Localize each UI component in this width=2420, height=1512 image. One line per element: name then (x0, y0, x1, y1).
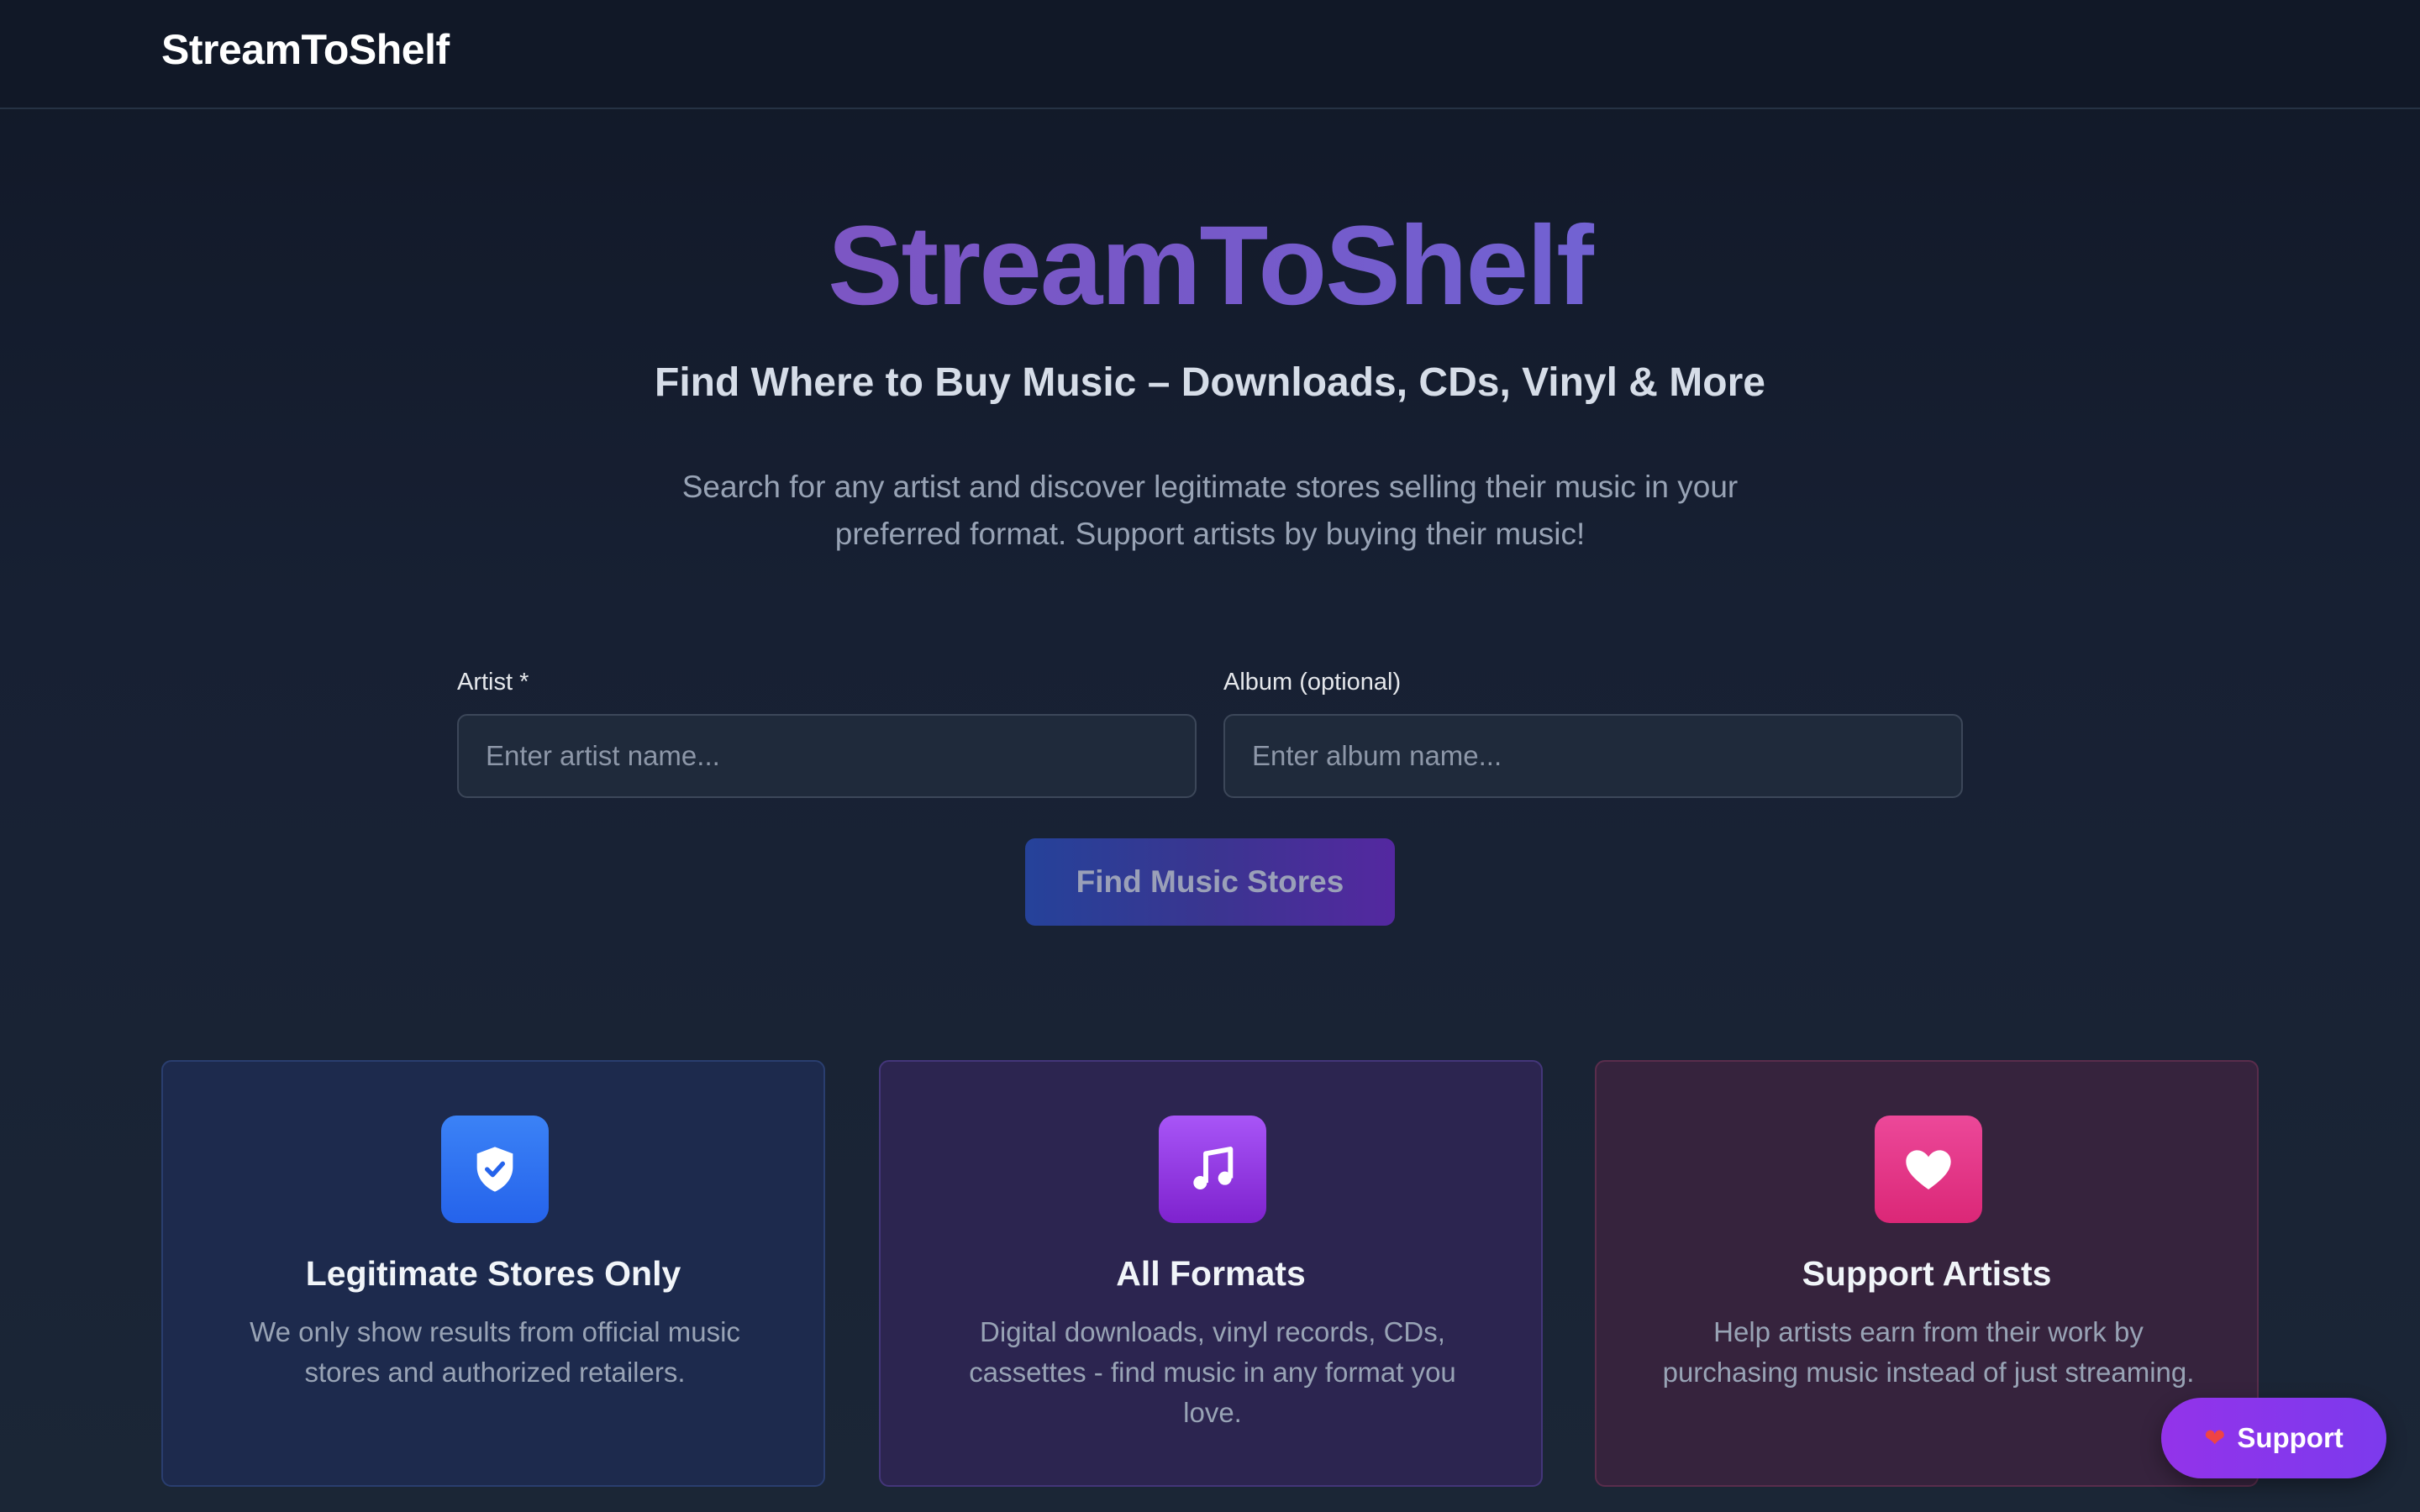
feature-title: All Formats (1116, 1254, 1306, 1293)
find-music-stores-button[interactable]: Find Music Stores (1025, 838, 1395, 926)
feature-description: We only show results from official music… (250, 1316, 740, 1388)
feature-description: Digital downloads, vinyl records, CDs, c… (969, 1316, 1456, 1428)
top-navbar: StreamToShelf (0, 0, 2420, 109)
feature-card-all-formats: All Formats Digital downloads, vinyl rec… (879, 1060, 1543, 1487)
album-input[interactable] (1223, 714, 1963, 798)
feature-card-support-artists: Support Artists Help artists earn from t… (1595, 1060, 2259, 1487)
feature-card-legitimate-stores: Legitimate Stores Only We only show resu… (161, 1060, 825, 1487)
brand-logo[interactable]: StreamToShelf (161, 25, 450, 74)
feature-title: Legitimate Stores Only (305, 1254, 681, 1293)
support-label: Support (2237, 1422, 2344, 1453)
heart-icon (1875, 1116, 1982, 1223)
feature-title: Support Artists (1802, 1254, 2052, 1293)
heart-emoji-icon: ❤ (2204, 1424, 2226, 1452)
support-button[interactable]: ❤ Support (2161, 1398, 2386, 1478)
music-note-icon (1159, 1116, 1266, 1223)
feature-description: Help artists earn from their work by pur… (1662, 1316, 2195, 1388)
shield-check-icon (441, 1116, 549, 1223)
hero-title: StreamToShelf (0, 203, 2420, 329)
artist-input[interactable] (457, 714, 1197, 798)
album-label: Album (optional) (1223, 669, 1402, 696)
hero-description: Search for any artist and discover legit… (681, 470, 1739, 551)
artist-label: Artist * (457, 669, 529, 696)
hero-subtitle: Find Where to Buy Music – Downloads, CDs… (655, 360, 1765, 405)
